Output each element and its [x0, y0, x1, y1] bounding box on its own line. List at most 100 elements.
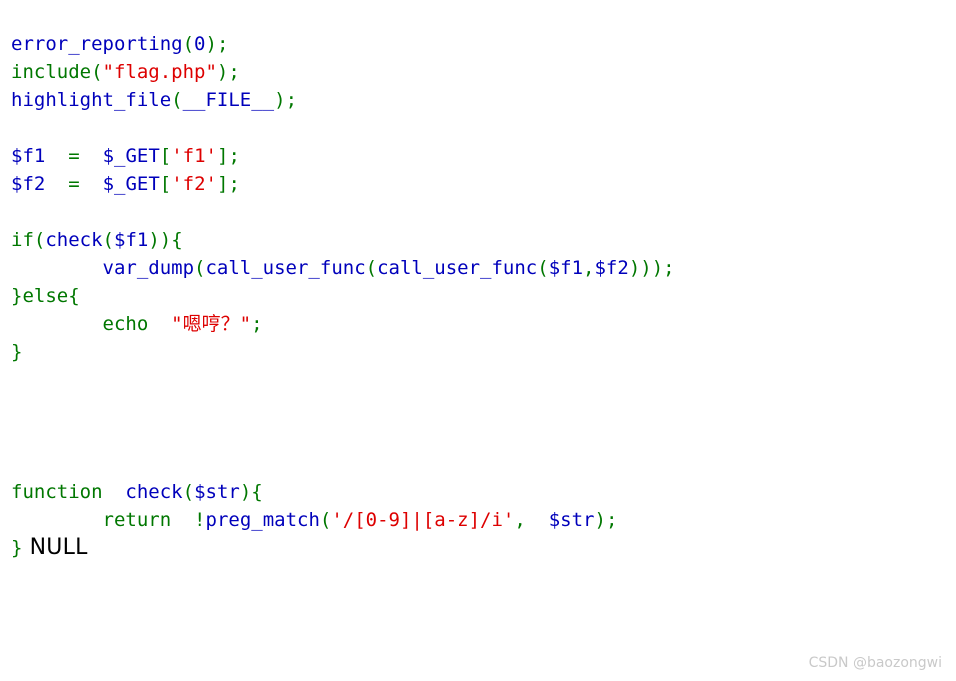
code-token-identifier: check: [125, 481, 183, 503]
code-token-keyword: (: [33, 229, 46, 251]
code-line: var_dump(call_user_func(call_user_func($…: [11, 254, 675, 282]
code-line: include("flag.php");: [11, 58, 675, 86]
code-token-keyword: (: [171, 89, 183, 111]
code-token-keyword: echo: [102, 313, 149, 335]
code-token-identifier: $str: [194, 481, 240, 503]
code-token-string: 'f1': [171, 145, 217, 167]
code-token-identifier: [11, 313, 103, 335]
code-token-string: "flag.php": [102, 61, 217, 83]
code-token-keyword: (: [102, 229, 114, 251]
code-token-keyword: ]: [216, 145, 229, 167]
code-token-identifier: $str: [548, 509, 595, 531]
code-token-keyword: (: [182, 33, 195, 55]
code-token-keyword: ): [216, 61, 229, 83]
code-token-keyword: [: [159, 173, 172, 195]
code-token-keyword: ;: [228, 61, 240, 83]
var-dump-output: NULL: [22, 535, 88, 560]
csdn-watermark: CSDN @baozongwi: [808, 655, 942, 671]
code-token-identifier: [11, 257, 103, 279]
code-token-keyword: ))): [628, 257, 664, 279]
code-line: if(check($f1)){: [11, 226, 675, 254]
code-token-identifier: [148, 313, 171, 335]
code-token-keyword: ): [239, 481, 252, 503]
code-token-identifier: 0: [194, 33, 206, 55]
code-token-identifier: call_user_func: [205, 257, 366, 279]
code-token-keyword: if: [11, 229, 34, 251]
code-token-keyword: else: [22, 285, 69, 307]
code-token-keyword: ,: [514, 509, 526, 531]
code-token-keyword: (: [537, 257, 549, 279]
code-token-keyword: (: [319, 509, 332, 531]
code-token-keyword: (: [365, 257, 378, 279]
php-source-page: { "page": { "background": "#ffffff", "wa…: [0, 0, 956, 681]
code-token-string: "嗯哼？": [171, 313, 252, 335]
code-token-keyword: (: [182, 481, 195, 503]
code-token-identifier: preg_match: [205, 509, 320, 531]
code-token-keyword: include: [11, 61, 92, 83]
code-line: }else{: [11, 282, 675, 310]
code-token-keyword: )): [148, 229, 172, 251]
code-token-identifier: [11, 509, 103, 531]
code-token-keyword: {: [68, 285, 80, 307]
php-source-code-block: error_reporting(0); include("flag.php"); h…: [11, 30, 675, 562]
code-token-keyword: ): [594, 509, 606, 531]
code-line: }: [11, 338, 675, 366]
code-token-identifier: $f2: [11, 173, 46, 195]
code-line: } NULL: [11, 534, 675, 562]
code-token-identifier: var_dump: [102, 257, 195, 279]
code-token-keyword: ): [274, 89, 286, 111]
code-token-keyword: ,: [583, 257, 595, 279]
code-token-keyword: }: [11, 537, 23, 559]
code-token-keyword: ;: [228, 145, 240, 167]
code-line: echo "嗯哼？";: [11, 310, 675, 338]
code-token-keyword: ;: [216, 33, 229, 55]
code-token-identifier: __FILE__: [182, 89, 275, 111]
code-token-keyword: ;: [605, 509, 618, 531]
code-token-keyword: ]: [216, 173, 229, 195]
code-token-identifier: [103, 481, 126, 503]
code-token-keyword: !: [194, 509, 206, 531]
code-token-identifier: error_reporting: [11, 33, 183, 55]
code-token-keyword: (: [194, 257, 206, 279]
code-token-keyword: return: [102, 509, 172, 531]
code-line: highlight_file(__FILE__);: [11, 86, 675, 114]
code-line: error_reporting(0);: [11, 30, 675, 58]
code-token-identifier: $f1: [114, 229, 149, 251]
code-token-keyword: ;: [251, 313, 263, 335]
code-line: return !preg_match('/[0-9]|[a-z]/i', $st…: [11, 506, 675, 534]
code-token-keyword: =: [68, 173, 80, 195]
code-token-identifier: $f1: [11, 145, 46, 167]
code-token-identifier: [80, 173, 103, 195]
code-token-keyword: (: [91, 61, 103, 83]
code-token-keyword: function: [11, 481, 103, 503]
code-token-string: '/[0-9]|[a-z]/i': [331, 509, 515, 531]
code-token-identifier: [80, 145, 103, 167]
code-token-keyword: {: [251, 481, 263, 503]
code-token-identifier: highlight_file: [11, 89, 172, 111]
code-token-identifier: check: [45, 229, 103, 251]
code-token-keyword: ): [205, 33, 217, 55]
code-token-keyword: ;: [663, 257, 675, 279]
code-line: function check($str){: [11, 478, 675, 506]
code-line: $f2 = $_GET['f2'];: [11, 170, 675, 198]
code-token-string: 'f2': [171, 173, 217, 195]
code-token-identifier: [526, 509, 549, 531]
code-token-keyword: =: [68, 145, 80, 167]
code-token-identifier: [45, 145, 68, 167]
code-token-identifier: [171, 509, 194, 531]
code-token-identifier: $f1: [548, 257, 584, 279]
code-token-identifier: $_GET: [102, 145, 160, 167]
code-token-identifier: $_GET: [102, 173, 160, 195]
code-token-identifier: call_user_func: [377, 257, 538, 279]
code-token-keyword: }: [11, 285, 23, 307]
code-token-identifier: $f2: [594, 257, 629, 279]
code-token-keyword: ;: [285, 89, 298, 111]
code-token-keyword: [: [159, 145, 172, 167]
code-token-keyword: {: [171, 229, 183, 251]
